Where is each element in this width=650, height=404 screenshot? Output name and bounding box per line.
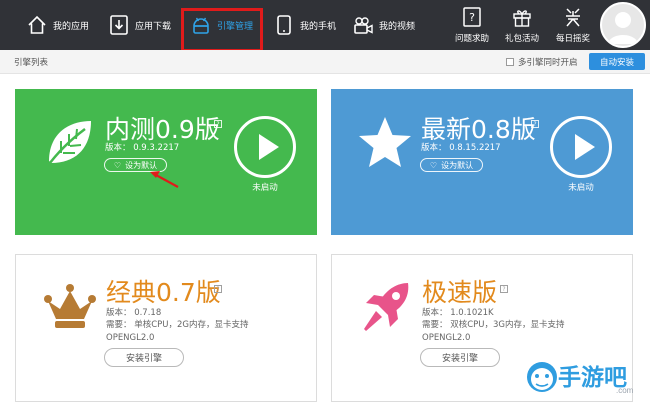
multi-engine-label: 多引擎同时开启 bbox=[518, 58, 578, 68]
requirement-line: OPENGL2.0 bbox=[422, 333, 471, 343]
engine-title: 经典0.7版 bbox=[106, 278, 221, 307]
mascot-icon bbox=[527, 362, 557, 392]
nav-app-download[interactable]: 应用下载 bbox=[108, 0, 171, 50]
nav-lottery[interactable]: 每日摇奖 bbox=[549, 0, 597, 50]
engine-version: 版本： 0.7.18 bbox=[106, 308, 162, 318]
requirement-line: OPENGL2.0 bbox=[106, 333, 155, 343]
requirement-line: 需要： 双核CPU，3G内存，显卡支持 bbox=[422, 320, 565, 330]
download-icon bbox=[108, 14, 130, 36]
engine-status: 未启动 bbox=[252, 183, 278, 193]
set-default-label: 设为默认 bbox=[441, 160, 474, 170]
engine-card-latest: 最新0.8版 ? 版本： 0.8.15.2217 ♡ 设为默认 未启动 bbox=[331, 89, 633, 235]
engine-requirements: 需要： 双核CPU，3G内存，显卡支持 OPENGL2.0 bbox=[422, 319, 564, 345]
watermark-sub: .com bbox=[616, 386, 634, 395]
nav-help[interactable]: ? 问题求助 bbox=[448, 0, 496, 50]
auto-install-button[interactable]: 自动安装 bbox=[589, 53, 645, 70]
multi-engine-toggle[interactable]: 多引擎同时开启 bbox=[506, 56, 578, 68]
multi-engine-checkbox[interactable] bbox=[506, 58, 514, 66]
engine-tab-highlight bbox=[181, 8, 263, 52]
engine-requirements: 需要： 单核CPU，2G内存，显卡支持 OPENGL2.0 bbox=[106, 319, 248, 345]
nav-label: 每日摇奖 bbox=[555, 34, 590, 44]
nav-label: 我的视频 bbox=[379, 21, 416, 32]
star-icon bbox=[355, 113, 415, 173]
engine-version: 版本： 0.8.15.2217 bbox=[421, 143, 501, 153]
engine-card-classic: 经典0.7版 ? 版本： 0.7.18 需要： 单核CPU，2G内存，显卡支持 … bbox=[15, 254, 317, 402]
nav-my-phone[interactable]: 我的手机 bbox=[273, 0, 336, 50]
lottery-icon bbox=[562, 6, 584, 28]
user-avatar[interactable] bbox=[600, 2, 646, 48]
heart-icon: ♡ bbox=[113, 160, 122, 170]
help-icon[interactable]: ? bbox=[214, 120, 222, 128]
watermark-logo: 手游吧 .com bbox=[520, 356, 650, 404]
leaf-icon bbox=[39, 113, 99, 173]
svg-text:?: ? bbox=[469, 11, 475, 24]
engine-list-title: 引擎列表 bbox=[14, 58, 49, 68]
nav-gift[interactable]: 礼包活动 bbox=[498, 0, 546, 50]
help-icon[interactable]: ? bbox=[500, 285, 508, 293]
help-icon: ? bbox=[461, 6, 483, 28]
install-engine-button[interactable]: 安装引擎 bbox=[104, 348, 184, 367]
set-default-button[interactable]: ♡ 设为默认 bbox=[104, 158, 167, 172]
top-nav-bar: 我的应用 应用下载 引擎管理 我的手机 我的视频 ? 问题求助 礼包活动 每日摇… bbox=[0, 0, 650, 50]
video-icon bbox=[352, 14, 374, 36]
nav-label: 问题求助 bbox=[454, 34, 489, 44]
nav-my-videos[interactable]: 我的视频 bbox=[352, 0, 415, 50]
heart-icon: ♡ bbox=[429, 160, 438, 170]
set-default-label: 设为默认 bbox=[125, 160, 158, 170]
rocket-icon bbox=[356, 277, 416, 337]
play-button[interactable] bbox=[550, 116, 612, 178]
nav-label: 礼包活动 bbox=[504, 34, 539, 44]
nav-label: 我的手机 bbox=[300, 21, 337, 32]
nav-label: 我的应用 bbox=[53, 21, 90, 32]
engine-status: 未启动 bbox=[568, 183, 594, 193]
set-default-button[interactable]: ♡ 设为默认 bbox=[420, 158, 483, 172]
home-icon bbox=[26, 14, 48, 36]
gift-icon bbox=[511, 6, 533, 28]
engine-version: 版本： 1.0.1021K bbox=[422, 308, 494, 318]
user-icon bbox=[608, 12, 638, 44]
engine-title: 极速版 bbox=[422, 278, 498, 307]
phone-icon bbox=[273, 14, 295, 36]
help-icon[interactable]: ? bbox=[214, 285, 222, 293]
nav-label: 应用下载 bbox=[135, 21, 172, 32]
requirement-line: 需要： 单核CPU，2G内存，显卡支持 bbox=[106, 320, 249, 330]
crown-icon bbox=[40, 277, 100, 337]
play-button[interactable] bbox=[234, 116, 296, 178]
help-icon[interactable]: ? bbox=[531, 120, 539, 128]
engine-version: 版本： 0.9.3.2217 bbox=[105, 143, 180, 153]
engine-card-beta: 内测0.9版 ? 版本： 0.9.3.2217 ♡ 设为默认 未启动 bbox=[15, 89, 317, 235]
install-engine-button[interactable]: 安装引擎 bbox=[420, 348, 500, 367]
nav-my-apps[interactable]: 我的应用 bbox=[26, 0, 89, 50]
engine-list-header: 引擎列表 多引擎同时开启 bbox=[0, 50, 650, 74]
